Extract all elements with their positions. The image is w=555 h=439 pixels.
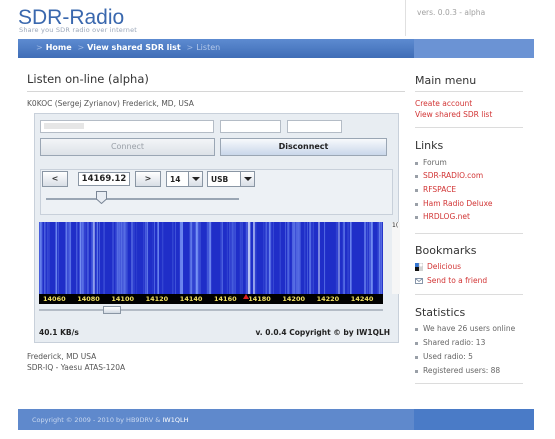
sidebar-divider [415,383,523,384]
bookmark-send-to-friend[interactable]: Send to a friend [415,276,487,285]
chevron-down-icon [188,172,202,186]
bookmarks-title: Bookmarks [415,244,477,257]
delicious-icon [415,263,423,271]
stat-users-online: We have 26 users online [415,324,515,333]
bullet-icon [415,355,418,359]
bullet-icon [415,369,418,373]
connect-button[interactable]: Connect [40,138,215,156]
main-menu-title: Main menu [415,74,477,87]
tuning-marker-icon [243,294,249,299]
sdr-applet: Connect Disconnect < 14169.12 > 14 USB 1… [34,113,400,343]
bullet-icon [415,215,418,219]
statistics-title: Statistics [415,306,466,319]
header-divider [405,0,406,36]
breadcrumb: > Home > View shared SDR list > Listen [33,43,220,52]
stat-shared-radio: Shared radio: 13 [415,338,485,347]
breadcrumb-separator: > [36,43,43,52]
frequency-display[interactable]: 14169.12 [78,172,130,186]
mail-icon [415,278,423,284]
link-ham-radio-deluxe[interactable]: Ham Radio Deluxe [415,199,492,208]
volume-slider-thumb[interactable] [96,191,107,204]
title-divider [27,91,405,92]
frequency-down-button[interactable]: < [42,171,68,187]
scale-tick-label: 14140 [179,295,203,303]
location-line: Frederick, MD USA [27,352,97,361]
link-hrdlog[interactable]: HRDLOG.net [415,212,470,221]
breadcrumb-separator: > [77,43,85,52]
frequency-up-button[interactable]: > [135,171,161,187]
bullet-icon [415,188,418,192]
bullet-icon [415,161,418,165]
sidebar-divider [415,127,523,128]
site-tagline: Share you SDR radio over internet [19,26,138,34]
mode-select[interactable]: USB [207,171,255,187]
sidebar-divider [415,233,523,234]
page-title: Listen on-line (alpha) [27,72,149,86]
applet-copyright: v. 0.0.4 Copyright © by IW1QLH [255,328,390,337]
sidebar-divider [415,91,523,92]
step-select[interactable]: 14 [166,171,203,187]
equipment-line: SDR-IQ - Yaesu ATAS-120A [27,363,126,372]
sidebar-divider [415,294,523,295]
station-info: K0KOC (Sergej Zyrianov) Frederick, MD, U… [27,99,194,108]
links-title: Links [415,139,444,152]
scale-tick-label: 14100 [111,295,135,303]
stat-used-radio: Used radio: 5 [415,352,473,361]
link-rfspace[interactable]: RFSPACE [415,185,456,194]
scale-tick-label: 14220 [316,295,340,303]
scroll-slider-track[interactable] [39,309,383,311]
volume-slider-track[interactable] [46,198,239,200]
waterfall-display[interactable] [39,222,383,294]
breadcrumb-home[interactable]: Home [46,43,72,52]
station-location: Frederick, MD USA SDR-IQ - Yaesu ATAS-12… [27,351,125,373]
stat-registered-users: Registered users: 88 [415,366,500,375]
nav-bar: > Home > View shared SDR list > Listen [18,39,534,58]
version-label: vers. 0.0.3 - alpha [417,8,486,17]
bullet-icon [415,327,418,331]
scale-tick-label: 14060 [43,295,66,303]
mode-value: USB [211,175,229,184]
scale-tick-label: 14120 [145,295,169,303]
footer-author-link[interactable]: IW1QLH [162,416,188,424]
frequency-scale: 14060 14080 14100 14120 14140 14160 14180 14200… [39,294,383,304]
waterfall-edge-label: 1( [392,222,400,294]
bullet-icon [415,174,418,178]
create-account-link[interactable]: Create account [415,99,472,108]
bullet-icon [415,202,418,206]
scale-tick-label: 14180 [248,295,271,303]
server-address-input[interactable] [40,120,214,133]
link-sdr-radio[interactable]: SDR-RADIO.com [415,171,483,180]
step-value: 14 [170,175,181,184]
breadcrumb-view-shared[interactable]: View shared SDR list [87,43,181,52]
scale-tick-label: 14160 [214,295,237,303]
scale-tick-label: 14240 [350,295,374,303]
redacted-text [44,123,84,129]
breadcrumb-current: Listen [196,43,221,52]
tuning-controls: < 14169.12 > 14 USB [40,169,393,215]
footer-copyright: Copyright © 2009 - 2010 by HB9DRV & IW1Q… [32,416,189,424]
disconnect-button[interactable]: Disconnect [220,138,387,156]
breadcrumb-separator: > [186,43,194,52]
bookmark-delicious[interactable]: Delicious [415,262,461,271]
view-shared-link[interactable]: View shared SDR list [415,110,492,119]
nav-bar-right-block [414,39,534,58]
link-forum[interactable]: Forum [415,158,447,167]
chevron-down-icon [240,172,254,186]
port-input[interactable] [220,120,281,133]
data-rate: 40.1 KB/s [39,328,79,337]
bullet-icon [415,341,418,345]
password-input[interactable] [287,120,342,133]
footer: Copyright © 2009 - 2010 by HB9DRV & IW1Q… [18,409,534,430]
scale-tick-label: 14080 [77,295,100,303]
waterfall-edge-text: 1( [392,222,399,229]
scroll-slider-thumb[interactable] [103,306,121,314]
scale-tick-label: 14200 [282,295,306,303]
